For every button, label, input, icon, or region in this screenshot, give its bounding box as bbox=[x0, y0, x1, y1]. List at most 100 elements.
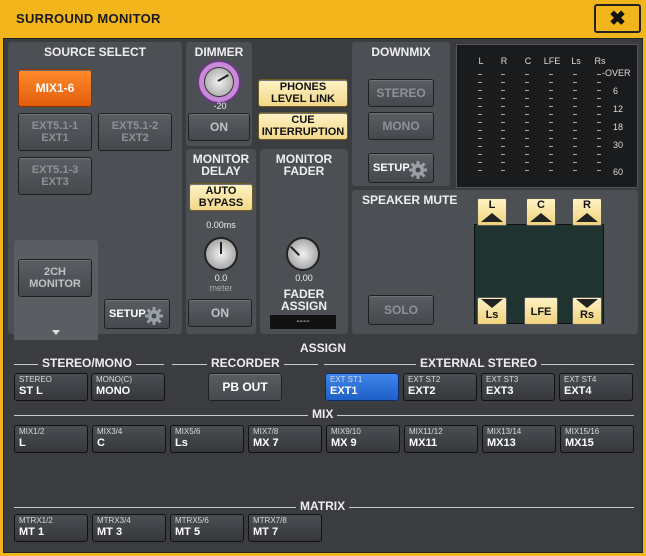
meter-tick bbox=[525, 146, 529, 147]
meter-tick bbox=[573, 130, 577, 131]
phones-label: PHONES bbox=[279, 81, 327, 93]
downmix-mono-button[interactable]: MONO bbox=[368, 112, 434, 140]
speaker-r-button[interactable]: R bbox=[572, 198, 602, 226]
meter-tick bbox=[573, 114, 577, 115]
assign-mix-button-1-main: L bbox=[19, 437, 26, 449]
assign-matrix-button-1[interactable]: MTRX1/2 MT 1 bbox=[14, 514, 88, 542]
meter-tick bbox=[573, 74, 577, 75]
assign-mix-button-5-sub: MIX9/10 bbox=[331, 427, 361, 436]
assign-ext-st3-button[interactable]: EXT ST3 EXT3 bbox=[481, 373, 555, 401]
meter-channel-label: R bbox=[500, 56, 508, 66]
ext3-top-label: EXT5.1-3 bbox=[31, 164, 79, 176]
assign-ext-st4-button-sub: EXT ST4 bbox=[564, 375, 597, 384]
speaker-ls-label: Ls bbox=[485, 309, 499, 321]
meter-tick bbox=[525, 162, 529, 163]
pb-out-button[interactable]: PB OUT bbox=[208, 373, 282, 401]
speaker-lfe-button[interactable]: LFE bbox=[524, 297, 558, 325]
assign-mix-button-7[interactable]: MIX13/14 MX13 bbox=[482, 425, 556, 453]
assign-mono-sub: MONO(C) bbox=[96, 375, 132, 384]
assign-matrix-button-3-sub: MTRX5/6 bbox=[175, 516, 209, 525]
meter-tick bbox=[549, 122, 553, 123]
speaker-l-label: L bbox=[488, 199, 496, 211]
speaker-rs-button[interactable]: Rs bbox=[572, 297, 602, 325]
ext5-1-1-button[interactable]: EXT5.1-1 EXT1 bbox=[18, 113, 92, 151]
solo-button[interactable]: SOLO bbox=[368, 295, 434, 325]
speaker-icon bbox=[481, 299, 503, 308]
assign-matrix-button-4[interactable]: MTRX7/8 MT 7 bbox=[248, 514, 322, 542]
ext5-1-3-button[interactable]: EXT5.1-3 EXT3 bbox=[18, 157, 92, 195]
meter-tick bbox=[525, 170, 529, 171]
speaker-icon bbox=[576, 213, 598, 222]
assign-header: ASSIGN bbox=[299, 341, 346, 355]
ext1-bottom-label: EXT1 bbox=[41, 132, 69, 144]
assign-matrix-button-3[interactable]: MTRX5/6 MT 5 bbox=[170, 514, 244, 542]
assign-mix-button-6[interactable]: MIX11/12 MX11 bbox=[404, 425, 478, 453]
downmix-stereo-button[interactable]: STEREO bbox=[368, 79, 434, 107]
meter-tick bbox=[478, 106, 482, 107]
meter-tick bbox=[573, 122, 577, 123]
assign-ext-st4-button[interactable]: EXT ST4 EXT4 bbox=[559, 373, 633, 401]
assign-ext-st2-button[interactable]: EXT ST2 EXT2 bbox=[403, 373, 477, 401]
fader-value: 0.00 bbox=[295, 273, 313, 283]
assign-stereo-button[interactable]: STEREO ST L bbox=[14, 373, 88, 401]
external-stereo-header: EXTERNAL STEREO bbox=[416, 357, 542, 370]
fader-assign-display[interactable]: ---- bbox=[270, 315, 336, 329]
phones-level-link-button[interactable]: PHONES LEVEL LINK bbox=[258, 79, 348, 107]
2ch-monitor-button[interactable]: 2CH MONITOR bbox=[18, 259, 92, 297]
meter-tick bbox=[478, 154, 482, 155]
meter-tick bbox=[549, 82, 553, 83]
cue-interruption-button[interactable]: CUE INTERRUPTION bbox=[258, 112, 348, 140]
expand-arrow-icon[interactable] bbox=[52, 330, 60, 335]
meter-scale-label: -OVER bbox=[602, 68, 631, 78]
assign-matrix-button-1-sub: MTRX1/2 bbox=[19, 516, 53, 525]
assign-mono-button[interactable]: MONO(C) MONO bbox=[91, 373, 165, 401]
speaker-l-button[interactable]: L bbox=[477, 198, 507, 226]
meter-tick bbox=[597, 170, 601, 171]
assign-mix-button-4[interactable]: MIX7/8 MX 7 bbox=[248, 425, 322, 453]
meter-tick bbox=[573, 154, 577, 155]
assign-mix-button-1[interactable]: MIX1/2 L bbox=[14, 425, 88, 453]
meter-scale-label: 18 bbox=[613, 122, 624, 132]
assign-mix-button-4-main: MX 7 bbox=[253, 437, 279, 449]
assign-mix-button-4-sub: MIX7/8 bbox=[253, 427, 279, 436]
assign-ext-st1-button[interactable]: EXT ST1 EXT1 bbox=[325, 373, 399, 401]
assign-matrix-button-2[interactable]: MTRX3/4 MT 3 bbox=[92, 514, 166, 542]
meter-scale-label: 12 bbox=[613, 104, 624, 114]
assign-mix-button-8[interactable]: MIX15/16 MX15 bbox=[560, 425, 634, 453]
delay-value: 0.0 bbox=[214, 273, 228, 283]
speaker-ls-button[interactable]: Ls bbox=[477, 297, 507, 325]
assign-mix-button-6-sub: MIX11/12 bbox=[409, 427, 443, 436]
monitor-label: MONITOR bbox=[29, 278, 81, 290]
speaker-rs-label: Rs bbox=[579, 309, 595, 321]
auto-bypass-button[interactable]: AUTO BYPASS bbox=[189, 183, 253, 211]
mix1-6-button[interactable]: MIX1-6 bbox=[18, 69, 92, 107]
delay-on-button[interactable]: ON bbox=[188, 299, 252, 327]
downmix-setup-button[interactable]: SETUP bbox=[368, 153, 434, 183]
assign-mono-main: MONO bbox=[96, 385, 131, 397]
assign-ext-st2-button-main: EXT2 bbox=[408, 385, 436, 397]
source-setup-button[interactable]: SETUP bbox=[104, 299, 170, 329]
meter-tick bbox=[597, 162, 601, 163]
meter-channel-label: L bbox=[478, 56, 484, 66]
meter-tick bbox=[573, 106, 577, 107]
downmix-setup-label: SETUP bbox=[373, 162, 410, 174]
assign-mix-button-2[interactable]: MIX3/4 C bbox=[92, 425, 166, 453]
assign-mix-button-3[interactable]: MIX5/6 Ls bbox=[170, 425, 244, 453]
interruption-label: INTERRUPTION bbox=[261, 126, 345, 138]
assign-mix-button-1-sub: MIX1/2 bbox=[19, 427, 45, 436]
close-button[interactable]: ✖ bbox=[594, 4, 641, 33]
delay-unit: meter bbox=[209, 283, 233, 293]
meter-tick bbox=[573, 170, 577, 171]
assign-mix-button-8-main: MX15 bbox=[565, 437, 594, 449]
source-select-header: SOURCE SELECT bbox=[43, 45, 146, 59]
fader-knob[interactable] bbox=[286, 237, 320, 271]
speaker-icon bbox=[530, 213, 552, 222]
assign-matrix-button-4-main: MT 7 bbox=[253, 526, 279, 538]
source-setup-label: SETUP bbox=[109, 308, 146, 320]
speaker-c-button[interactable]: C bbox=[526, 198, 556, 226]
assign-mix-button-5[interactable]: MIX9/10 MX 9 bbox=[326, 425, 400, 453]
meter-tick bbox=[573, 82, 577, 83]
ext5-1-2-button[interactable]: EXT5.1-2 EXT2 bbox=[98, 113, 172, 151]
auto-label: AUTO bbox=[205, 185, 237, 197]
dimmer-on-button[interactable]: ON bbox=[188, 113, 250, 141]
